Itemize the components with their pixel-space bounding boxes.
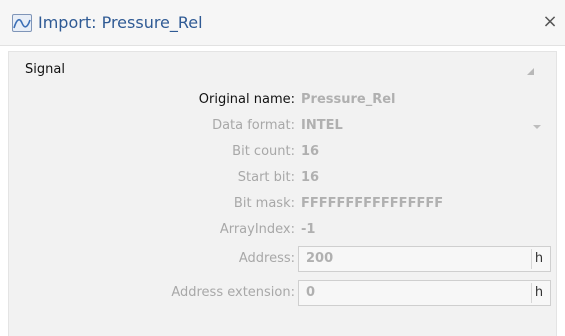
bit-count-label: Bit count: <box>232 144 295 159</box>
address-value: 200 <box>306 251 334 266</box>
start-bit-row: Start bit: 16 <box>9 167 558 189</box>
original-name-value: Pressure_Rel <box>301 92 396 107</box>
data-format-value[interactable]: INTEL <box>301 115 343 137</box>
window-title: Import: Pressure_Rel <box>38 13 203 32</box>
close-icon: × <box>542 11 558 32</box>
address-unit: h <box>531 249 546 269</box>
original-name-row: Original name: Pressure_Rel <box>9 89 558 111</box>
start-bit-value: 16 <box>301 170 320 185</box>
bit-mask-label: Bit mask: <box>233 196 295 211</box>
bit-count-value: 16 <box>301 144 320 159</box>
address-extension-input[interactable]: 0 h <box>298 280 551 306</box>
original-name-label: Original name: <box>198 92 295 107</box>
collapse-triangle-icon[interactable] <box>527 68 534 75</box>
array-index-value: -1 <box>301 222 316 237</box>
address-extension-row: Address extension: 0 h <box>9 280 558 306</box>
address-input[interactable]: 200 h <box>298 246 551 272</box>
signal-panel: Signal Original name: Pressure_Rel Data … <box>8 51 557 336</box>
address-extension-value: 0 <box>306 285 316 300</box>
data-format-label: Data format: <box>212 118 295 133</box>
address-extension-label: Address extension: <box>171 285 295 300</box>
title-bar: Import: Pressure_Rel × <box>0 0 565 46</box>
address-extension-unit: h <box>531 283 546 303</box>
dropdown-arrow-icon[interactable] <box>533 125 541 129</box>
array-index-label: ArrayIndex: <box>219 222 295 237</box>
section-title-signal[interactable]: Signal <box>25 62 65 77</box>
array-index-row: ArrayIndex: -1 <box>9 219 558 241</box>
start-bit-label: Start bit: <box>237 170 295 185</box>
bit-count-row: Bit count: 16 <box>9 141 558 163</box>
address-row: Address: 200 h <box>9 246 558 272</box>
address-label: Address: <box>238 251 295 266</box>
close-button[interactable]: × <box>541 12 559 32</box>
data-format-row: Data format: INTEL <box>9 115 558 137</box>
bit-mask-value: FFFFFFFFFFFFFFFF <box>301 196 444 211</box>
signal-waveform-icon <box>12 14 32 32</box>
bit-mask-row: Bit mask: FFFFFFFFFFFFFFFF <box>9 193 558 215</box>
